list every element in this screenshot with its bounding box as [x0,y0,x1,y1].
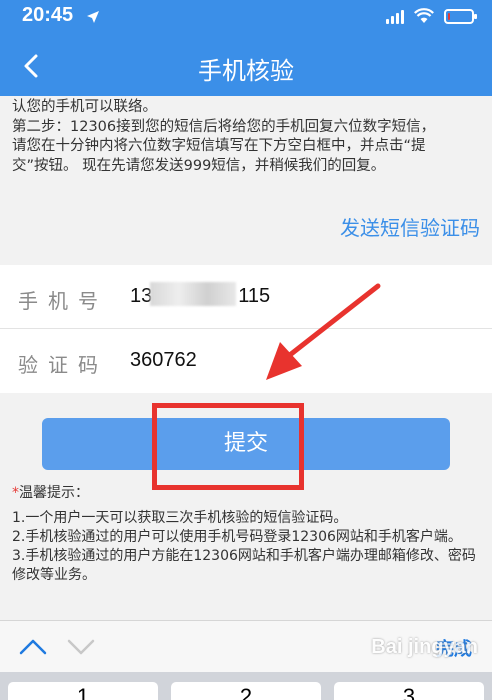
battery-icon [444,8,477,24]
tips-title: *温馨提示： [12,484,482,503]
key-1[interactable]: 1 [8,682,158,700]
status-time: 20:45 [22,4,74,26]
instruction-line: 第二步：12306接到您的短信后将给您的手机回复六位数字短信， [12,118,436,135]
tip-item: 1.一个用户一天可以获取三次手机核验的短信验证码。 [12,510,348,526]
page-title: 手机核验 [198,57,294,85]
code-input[interactable]: 360762 [130,349,197,372]
highlight-box-annotation [152,403,304,490]
code-label: 验证码 [18,353,108,377]
location-arrow-icon [87,11,99,23]
signal-icon [386,8,404,24]
chevron-down-icon[interactable] [66,633,96,659]
chevron-up-icon[interactable] [18,633,48,659]
red-arrow-annotation [266,283,381,380]
phone-value-start: 13 [130,285,153,307]
battery-level [448,12,450,20]
phone-label: 手机号 [18,289,108,313]
numeric-keyboard: 1 2 3 [0,672,492,700]
instruction-line: 交”按钮。 现在先请您发送999短信，并稍候我们的回复。 [12,157,386,174]
tips-section: *温馨提示： 1.一个用户一天可以获取三次手机核验的短信验证码。 2.手机核验通… [12,484,482,585]
wifi-icon [414,8,434,23]
code-row: 验证码 360762 [0,329,492,393]
key-2[interactable]: 2 [171,682,321,700]
tip-item: 3.手机核验通过的用户方能在12306网站和手机客户端办理邮箱修改、密码修改等业… [12,548,476,583]
tip-item: 2.手机核验通过的用户可以使用手机号码登录12306网站和手机客户端。 [12,529,462,545]
phone-row: 手机号 13 115 [0,265,492,329]
send-sms-code-link[interactable]: 发送短信验证码 [340,212,480,241]
status-icons [386,8,477,24]
status-bar: 20:45 [0,0,492,36]
instruction-line: 请您在十分钟内将六位数字短信填写在下方空白框中，并点击“提 [12,138,426,154]
instruction-line: 认您的手机可以联络。 [12,99,157,115]
verification-form: 手机号 13 115 验证码 360762 [0,265,492,393]
tips-title-text: 温馨提示： [19,485,89,501]
phone-blur-mask [150,282,236,306]
watermark: Bai jingyan [371,636,478,658]
required-star: * [12,485,19,501]
key-3[interactable]: 3 [334,682,484,700]
nav-bar: 手机核验 [0,36,492,96]
